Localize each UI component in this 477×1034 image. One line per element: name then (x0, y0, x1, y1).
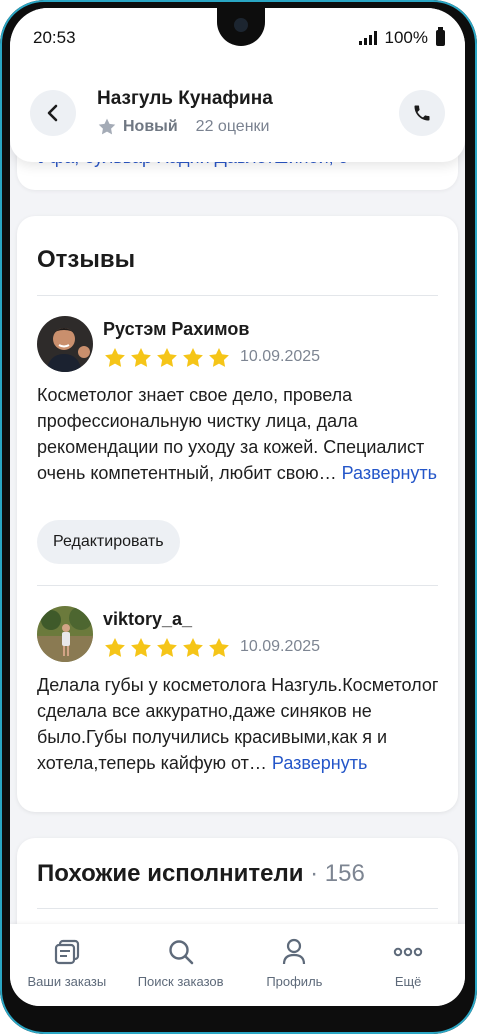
nav-profile[interactable]: Профиль (238, 924, 352, 1006)
expand-review-link[interactable]: Развернуть (342, 463, 437, 483)
app-screen: 20:53 100% Назгуль Кунафина Новый 22 оце… (10, 8, 465, 1006)
nav-label: Ещё (394, 974, 422, 989)
review-text: Делала губы у косметолога Назгуль.Космет… (37, 672, 442, 776)
profile-name: Назгуль Кунафина (97, 88, 273, 109)
orders-icon (53, 938, 81, 966)
review-body: Делала губы у косметолога Назгуль.Космет… (37, 675, 439, 773)
camera-icon (234, 18, 248, 32)
review-date: 10.09.2025 (240, 638, 321, 655)
profile-icon (281, 938, 307, 966)
edit-review-button[interactable]: Редактировать (37, 520, 180, 564)
status-indicators: 100% (358, 27, 445, 48)
call-button[interactable] (399, 90, 445, 136)
battery-percent: 100% (384, 28, 428, 47)
divider (37, 908, 438, 909)
star-icon (131, 348, 151, 367)
signal-icon (358, 31, 377, 45)
review-text: Косметолог знает свое дело, провела проф… (37, 382, 442, 486)
review-rating (103, 346, 231, 370)
star-icon (157, 638, 177, 657)
nav-label: Профиль (266, 974, 323, 989)
star-icon (105, 638, 125, 657)
battery-icon (436, 27, 445, 46)
star-icon (105, 348, 125, 367)
nav-more[interactable]: Ещё (351, 924, 465, 1006)
status-time: 20:53 (33, 28, 76, 47)
divider (37, 295, 438, 296)
star-icon (157, 348, 177, 367)
reviews-title: Отзывы (37, 246, 136, 273)
avatar (37, 606, 93, 662)
nav-orders[interactable]: Ваши заказы (10, 924, 124, 1006)
similar-title-text: Похожие исполнители (37, 860, 304, 887)
phone-icon (414, 105, 430, 121)
nav-label: Ваши заказы (27, 974, 107, 989)
profile-header: Назгуль Кунафина Новый 22 оценки (10, 64, 465, 162)
status-bar: 20:53 100% (10, 8, 465, 64)
profile-rating-row: Новый 22 оценки (97, 117, 269, 137)
ratings-count: 22 оценки (195, 118, 270, 135)
more-icon (393, 938, 423, 966)
star-icon (183, 638, 203, 657)
similar-title: Похожие исполнители · 156 (37, 860, 365, 888)
star-icon (183, 348, 203, 367)
review-date: 10.09.2025 (240, 348, 321, 365)
nav-search-orders[interactable]: Поиск заказов (124, 924, 238, 1006)
phone-frame: 20:53 100% Назгуль Кунафина Новый 22 оце… (0, 0, 477, 1034)
review-item: viktory_a_ 10.09.2025 Делала губы у косм… (37, 606, 438, 806)
bottom-nav: Ваши заказы Поиск заказов Профиль Ещё (10, 924, 465, 1006)
similar-separator: · (303, 860, 325, 887)
search-icon (167, 938, 195, 966)
review-author[interactable]: viktory_a_ (103, 609, 192, 630)
similar-count: 156 (324, 860, 365, 887)
star-icon (98, 118, 116, 135)
chevron-left-icon (47, 104, 58, 122)
star-icon (209, 348, 229, 367)
divider (37, 585, 438, 586)
review-rating (103, 636, 231, 660)
expand-review-link[interactable]: Развернуть (272, 753, 367, 773)
profile-status: Новый (123, 118, 178, 135)
avatar (37, 316, 93, 372)
nav-label: Поиск заказов (137, 974, 224, 989)
reviews-section: Отзывы Рустэм Рахимов 10.09.2025 Космето… (17, 216, 458, 812)
back-button[interactable] (30, 90, 76, 136)
review-author[interactable]: Рустэм Рахимов (103, 319, 249, 340)
star-icon (209, 638, 229, 657)
camera-notch (217, 8, 265, 46)
star-icon (131, 638, 151, 657)
review-item: Рустэм Рахимов 10.09.2025 Косметолог зна… (37, 316, 438, 576)
